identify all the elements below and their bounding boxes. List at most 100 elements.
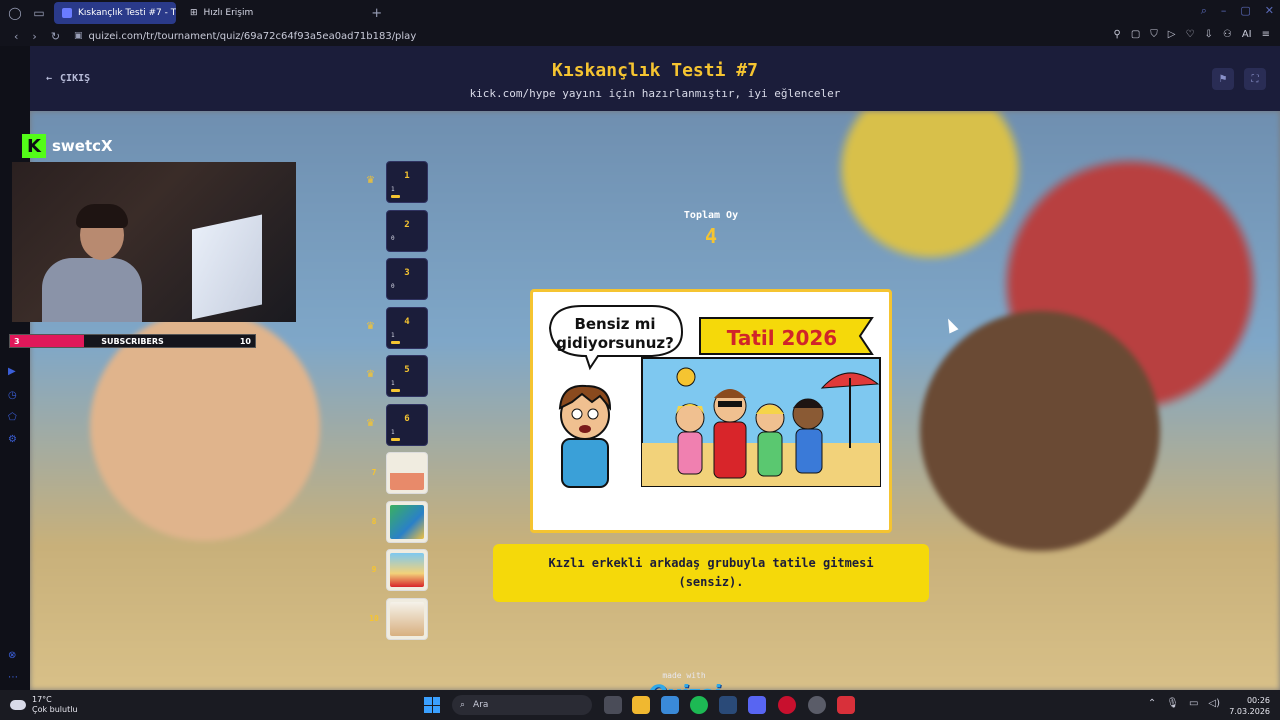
shield-icon[interactable]: ⛉ <box>1150 29 1158 40</box>
search-icon: ⌕ <box>460 700 466 710</box>
tab-quick-access[interactable]: ⊞ Hızlı Erişim <box>182 2 261 24</box>
store-icon[interactable] <box>661 696 679 714</box>
forward-icon[interactable]: › <box>32 30 36 43</box>
minimize-icon[interactable]: – <box>1221 4 1227 18</box>
bracket-slot[interactable]: 20 <box>386 209 428 252</box>
quiz-header: ← ÇIKIŞ Kıskançlık Testi #7 kick.com/hyp… <box>30 46 1280 111</box>
cloud-icon <box>10 700 26 710</box>
bracket-slot-vote-bar <box>391 340 400 344</box>
opera-icon[interactable] <box>778 696 796 714</box>
file-explorer-icon[interactable] <box>632 696 650 714</box>
bracket-slot-vote-bar <box>391 195 400 198</box>
app-red-icon[interactable] <box>837 696 855 714</box>
subscriber-goal-target: 10 <box>239 336 251 346</box>
discord-icon[interactable] <box>748 696 766 714</box>
total-votes-label: Toplam Oy <box>683 210 739 221</box>
flag-icon: ⚑ <box>1218 73 1228 85</box>
bracket-slot-vote-bar <box>391 389 400 392</box>
bracket-slot-votes: 0 <box>391 234 395 242</box>
report-flag-button[interactable]: ⚑ <box>1212 68 1234 90</box>
new-tab-button[interactable]: + <box>371 6 382 21</box>
bracket-slot-number: 10 <box>369 613 379 623</box>
search-icon[interactable]: ⌕ <box>1201 4 1207 18</box>
mic-icon[interactable]: 🎙 <box>1166 698 1179 709</box>
grid-icon: ⊞ <box>190 8 198 18</box>
weather-widget[interactable]: 17°C Çok bulutlu <box>10 695 78 715</box>
bracket-slot-votes: 1 <box>391 428 395 436</box>
quiz-title: Kıskançlık Testi #7 <box>552 60 758 81</box>
close-icon[interactable]: ✕ <box>1265 4 1274 18</box>
bracket-slot-number: 2 <box>404 219 410 230</box>
taskbar-search[interactable]: ⌕ Ara <box>452 695 592 715</box>
weather-temp: 17°C <box>32 695 52 704</box>
bracket-slot-thumbnail[interactable] <box>386 452 428 494</box>
browser-logo-icon[interactable]: ◯ <box>6 4 24 22</box>
display-icon[interactable]: ▭ <box>1189 698 1198 709</box>
bracket-slot[interactable]: 30 <box>386 258 428 300</box>
quiz-page: ← ÇIKIŞ Kıskançlık Testi #7 kick.com/hyp… <box>30 46 1280 690</box>
stream-overlay-name: K swetcX <box>22 134 113 158</box>
ai-icon[interactable]: AI <box>1242 29 1252 40</box>
bracket-slot-thumbnail[interactable] <box>386 549 428 591</box>
quiz-option-image[interactable]: Bensiz mi gidiyorsunuz? Tatil 2026 <box>530 289 892 533</box>
made-with-label: made with <box>662 671 706 680</box>
bracket-slot-votes: 1 <box>391 380 395 387</box>
workspaces-icon[interactable]: ▭ <box>30 4 48 22</box>
sidebar-pin-icon[interactable]: ⬠ <box>8 412 17 423</box>
bracket-slot-thumbnail[interactable] <box>386 597 428 640</box>
banner-text: Tatil 2026 <box>727 326 837 350</box>
steam-icon[interactable] <box>719 696 737 714</box>
answer-option-text[interactable]: Kızlı erkekli arkadaş grubuyla tatile gi… <box>493 544 929 602</box>
app-icon[interactable] <box>808 696 826 714</box>
bracket-slot-number: 6 <box>404 413 410 424</box>
play-icon[interactable]: ▷ <box>1168 29 1176 40</box>
fullscreen-icon: ⛶ <box>1251 73 1259 85</box>
menu-icon[interactable]: ≡ <box>1262 29 1270 40</box>
heart-icon[interactable]: ♡ <box>1185 29 1194 40</box>
crown-icon: ♛ <box>366 175 375 186</box>
start-button[interactable] <box>424 697 440 713</box>
taskbar-search-label: Ara <box>473 700 489 710</box>
fullscreen-button[interactable]: ⛶ <box>1244 68 1266 90</box>
sidebar-settings-icon[interactable]: ⚙ <box>8 434 17 445</box>
thumbnail-image <box>390 601 424 636</box>
sidebar-player-icon[interactable]: ▶ <box>8 366 16 377</box>
quizei-logo[interactable]: Quizei <box>642 682 726 690</box>
maximize-icon[interactable]: ▢ <box>1240 4 1250 18</box>
clock-date: 7.03.2026 <box>1229 707 1270 716</box>
reload-icon[interactable]: ↻ <box>51 30 60 43</box>
sidebar-ext-icon[interactable]: ⊗ <box>8 650 16 661</box>
spotify-icon[interactable] <box>690 696 708 714</box>
weather-desc: Çok bulutlu <box>32 705 78 714</box>
bracket-slot[interactable]: 41 <box>386 306 428 349</box>
thumbnail-image <box>390 504 424 539</box>
bracket-slot[interactable]: 51 <box>386 355 428 397</box>
bracket-slot-vote-bar <box>391 437 400 441</box>
back-icon[interactable]: ‹ <box>14 30 18 43</box>
sidebar-more-icon[interactable]: ⋯ <box>8 672 18 683</box>
pin-icon[interactable]: ⚲ <box>1114 29 1121 40</box>
background-face <box>920 311 1160 551</box>
crown-icon: ♛ <box>366 320 375 332</box>
clock[interactable]: 00:26 7.03.2026 <box>1229 695 1270 717</box>
volume-icon[interactable]: ◁) <box>1208 698 1220 709</box>
crown-icon: ♛ <box>366 369 375 380</box>
url-field[interactable]: ▣ quizei.com/tr/tournament/quiz/69a72c64… <box>74 31 416 42</box>
chevron-up-icon[interactable]: ⌃ <box>1148 698 1156 709</box>
windows-taskbar: 17°C Çok bulutlu ⌕ Ara ⌃ 🎙 ▭ ◁) 00:26 7.… <box>0 690 1280 720</box>
bracket-slot[interactable]: 11 <box>386 161 428 203</box>
profile-icon[interactable]: ⚇ <box>1223 29 1232 40</box>
sidebar-history-icon[interactable]: ◷ <box>8 390 17 401</box>
bubble-line-1: Bensiz mi <box>574 315 655 333</box>
thumbnail-image <box>390 456 424 490</box>
download-icon[interactable]: ⇩ <box>1204 29 1212 40</box>
comic-illustration: Bensiz mi gidiyorsunuz? Tatil 2026 <box>548 305 881 488</box>
tab-quiz[interactable]: Kıskançlık Testi #7 - Tier L <box>54 2 176 24</box>
url-text: quizei.com/tr/tournament/quiz/69a72c64f9… <box>88 30 417 42</box>
bracket-slot-thumbnail[interactable] <box>386 500 428 543</box>
bracket-slot[interactable]: 61 <box>386 403 428 446</box>
snapshot-icon[interactable]: ▢ <box>1131 29 1140 40</box>
task-view-icon[interactable] <box>604 696 622 714</box>
kick-logo-icon: K <box>22 134 46 158</box>
webcam-person <box>42 258 142 322</box>
